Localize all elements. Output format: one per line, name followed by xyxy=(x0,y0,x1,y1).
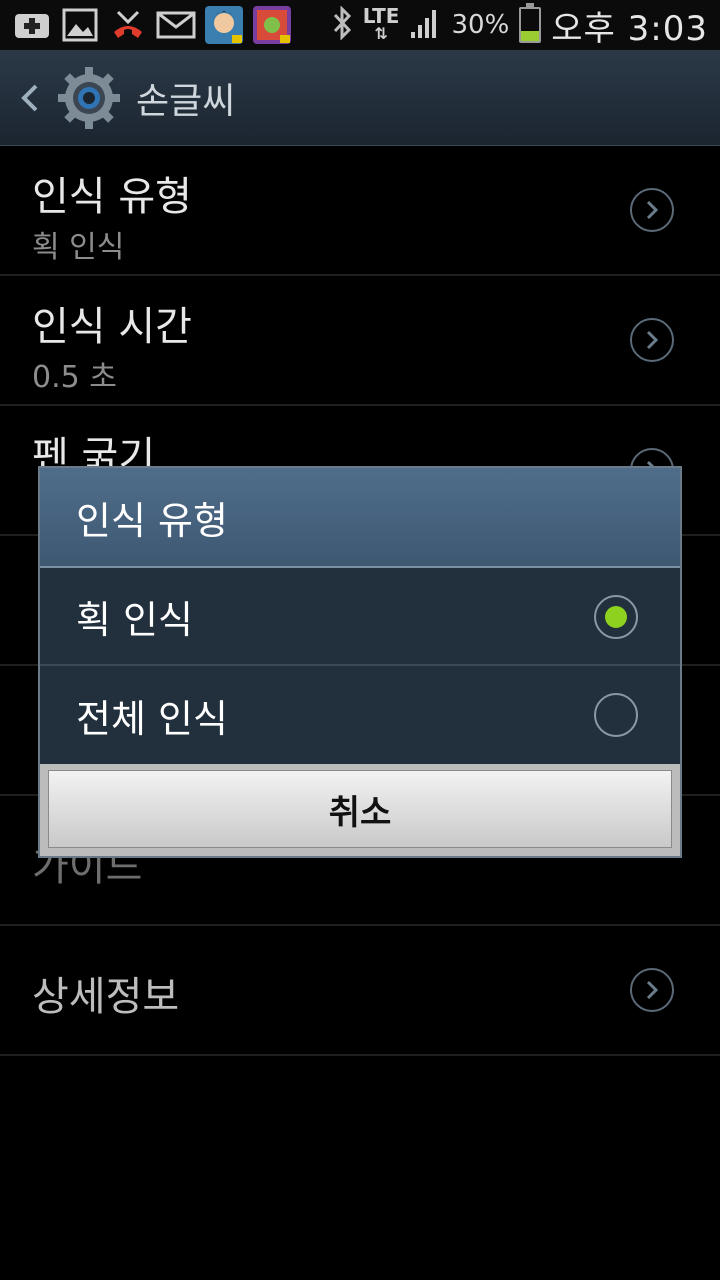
notification-icons xyxy=(0,6,292,44)
recognition-type-dialog: 인식 유형 획 인식 전체 인식 취소 xyxy=(38,466,682,858)
setting-value: 0.5 초 xyxy=(32,360,117,395)
action-bar: 손글씨 xyxy=(0,50,720,146)
setting-recognition-time[interactable]: 인식 시간 0.5 초 xyxy=(0,276,720,406)
data-arrows-icon: ⇅ xyxy=(374,24,388,43)
chevron-right-icon xyxy=(630,318,674,362)
mail-icon xyxy=(156,6,196,44)
setting-title: 인식 유형 xyxy=(32,174,192,220)
dialog-title: 인식 유형 xyxy=(40,468,680,568)
status-bar: LTE ⇅ 30% 오후 3:03 xyxy=(0,0,720,50)
option-full-recognition[interactable]: 전체 인식 xyxy=(40,666,680,764)
clock: 오후 3:03 xyxy=(551,8,708,49)
back-icon[interactable] xyxy=(18,78,42,118)
signal-icon xyxy=(409,6,441,44)
setting-value: 획 인식 xyxy=(32,230,125,265)
system-icons: LTE ⇅ 30% 오후 3:03 xyxy=(331,0,708,50)
setting-title: 상세정보 xyxy=(32,974,180,1020)
option-label: 전체 인식 xyxy=(76,696,228,741)
radio-button[interactable] xyxy=(594,693,638,737)
gear-icon[interactable] xyxy=(56,65,122,131)
cancel-button[interactable]: 취소 xyxy=(48,770,672,848)
app-avatar-icon xyxy=(204,6,244,44)
battery-icon xyxy=(519,3,542,43)
setting-title: 인식 시간 xyxy=(32,304,192,350)
option-label: 획 인식 xyxy=(76,597,193,642)
page-title: 손글씨 xyxy=(136,80,236,122)
option-stroke-recognition[interactable]: 획 인식 xyxy=(40,568,680,666)
image-icon xyxy=(60,6,100,44)
radio-dot xyxy=(605,606,627,628)
network-label: LTE xyxy=(362,4,400,28)
dialog-footer: 취소 xyxy=(40,764,680,856)
bluetooth-icon xyxy=(331,5,353,44)
setting-details[interactable]: 상세정보 xyxy=(0,926,720,1056)
setting-recognition-type[interactable]: 인식 유형 획 인식 xyxy=(0,146,720,276)
radio-button-selected[interactable] xyxy=(594,595,638,639)
chevron-right-icon xyxy=(630,188,674,232)
chevron-right-icon xyxy=(630,968,674,1012)
battery-level-fill xyxy=(521,31,540,41)
battery-percent: 30% xyxy=(451,10,510,40)
lte-icon: LTE ⇅ xyxy=(362,4,400,43)
add-icon xyxy=(12,6,52,44)
app-game-icon xyxy=(252,6,292,44)
missed-call-icon xyxy=(108,6,148,44)
